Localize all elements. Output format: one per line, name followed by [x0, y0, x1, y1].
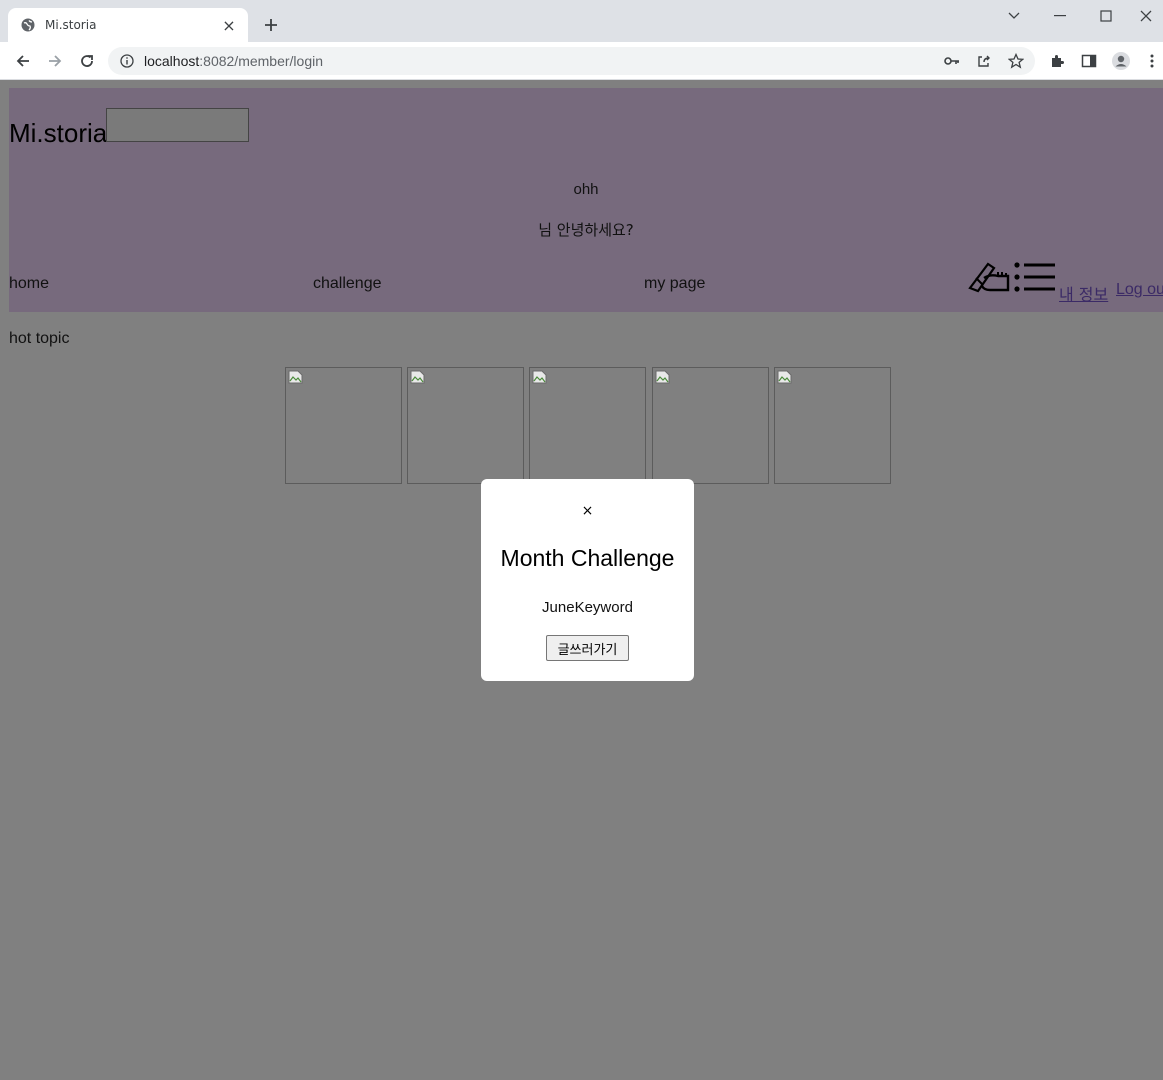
hot-topic-label: hot topic	[9, 330, 70, 347]
write-post-button[interactable]: 글쓰러가기	[546, 635, 629, 661]
arrow-right-icon	[49, 55, 62, 67]
logout-link[interactable]: Log ou	[1116, 281, 1163, 299]
extensions-button[interactable]	[1045, 49, 1069, 73]
browser-tabstrip: Mi.storia ×	[0, 0, 1163, 42]
password-key-icon[interactable]	[942, 51, 962, 71]
nav-my-page[interactable]: my page	[644, 275, 705, 293]
broken-image-icon	[288, 370, 303, 384]
side-panel-icon	[1081, 54, 1097, 68]
write-hand-icon[interactable]	[968, 258, 1012, 294]
broken-image-icon	[655, 370, 670, 384]
tab-search-button[interactable]	[991, 0, 1037, 32]
info-icon[interactable]	[120, 54, 134, 68]
broken-image-icon	[410, 370, 425, 384]
back-button[interactable]	[11, 49, 35, 73]
site-header: Mi.storia ohh 님 안녕하세요? home challenge my…	[9, 88, 1163, 312]
reload-icon	[81, 55, 93, 67]
new-tab-button[interactable]	[258, 12, 284, 38]
chevron-down-icon	[1008, 12, 1020, 19]
globe-icon	[20, 17, 36, 33]
topic-thumbnail[interactable]	[652, 367, 769, 484]
broken-image-icon	[532, 370, 547, 384]
url-host: localhost	[144, 53, 200, 69]
minimize-button[interactable]	[1037, 0, 1083, 32]
forward-button[interactable]	[43, 49, 67, 73]
reload-button[interactable]	[75, 49, 99, 73]
side-panel-button[interactable]	[1077, 49, 1101, 73]
my-info-link[interactable]: 내 정보	[1059, 281, 1108, 305]
site-logo[interactable]: Mi.storia	[9, 118, 107, 149]
page-viewport: Mi.storia ohh 님 안녕하세요? home challenge my…	[0, 80, 1163, 1080]
url-path: :8082/member/login	[199, 53, 324, 69]
browser-toolbar: localhost:8082/member/login	[0, 42, 1163, 80]
greeting-message: 님 안녕하세요?	[538, 221, 634, 239]
minimize-icon	[1054, 15, 1066, 17]
avatar-icon	[1112, 52, 1130, 70]
menu-button[interactable]	[1141, 49, 1163, 73]
topic-thumbnail[interactable]	[285, 367, 402, 484]
nav-home[interactable]: home	[9, 275, 49, 293]
modal-close-icon[interactable]: ×	[481, 503, 694, 519]
close-icon	[1140, 10, 1152, 22]
plus-icon	[265, 19, 277, 31]
bookmark-star-icon[interactable]	[1006, 51, 1026, 71]
topic-thumbnail[interactable]	[529, 367, 646, 484]
greeting-username: ohh	[573, 181, 599, 198]
tab-close-icon[interactable]: ×	[220, 16, 238, 35]
browser-tab[interactable]: Mi.storia ×	[8, 8, 248, 42]
maximize-button[interactable]	[1083, 0, 1129, 32]
close-window-button[interactable]	[1129, 0, 1163, 32]
challenge-modal: × Month Challenge JuneKeyword 글쓰러가기	[481, 479, 694, 681]
search-input[interactable]	[106, 108, 249, 142]
puzzle-icon	[1052, 55, 1064, 67]
maximize-icon	[1100, 10, 1112, 22]
list-menu-icon[interactable]	[1013, 260, 1057, 294]
topic-thumbnail[interactable]	[774, 367, 891, 484]
profile-button[interactable]	[1109, 49, 1133, 73]
share-icon[interactable]	[974, 51, 994, 71]
nav-challenge[interactable]: challenge	[313, 275, 382, 293]
tab-title: Mi.storia	[45, 18, 97, 32]
address-bar[interactable]: localhost:8082/member/login	[108, 47, 1035, 75]
modal-title: Month Challenge	[500, 545, 675, 571]
broken-image-icon	[777, 370, 792, 384]
modal-keyword: JuneKeyword	[542, 599, 633, 616]
kebab-menu-icon	[1150, 54, 1154, 68]
topic-thumbnail[interactable]	[407, 367, 524, 484]
arrow-left-icon	[16, 55, 29, 67]
